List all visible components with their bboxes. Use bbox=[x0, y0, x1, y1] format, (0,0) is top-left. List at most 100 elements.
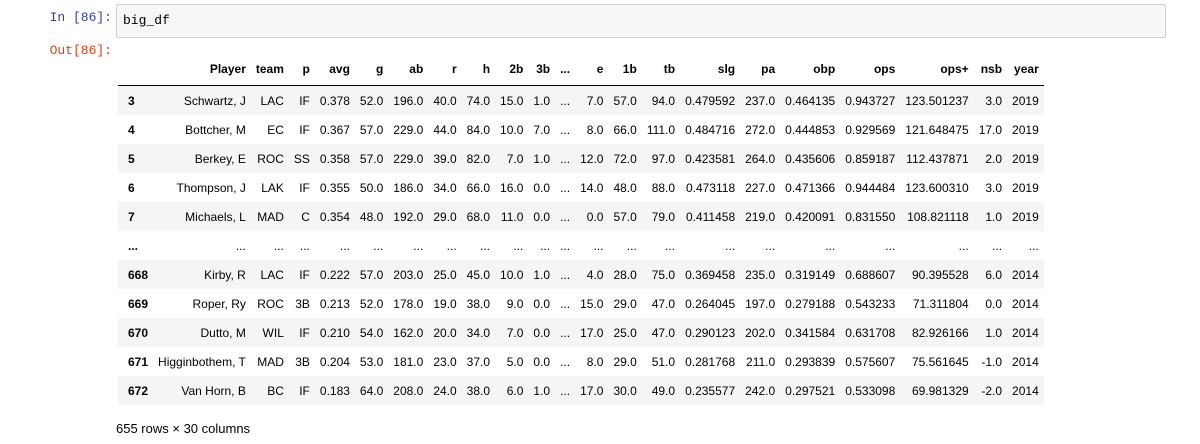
table-cell: 0.0 bbox=[533, 296, 551, 311]
table-cell: ... bbox=[560, 122, 571, 137]
table-cell: ... bbox=[560, 238, 571, 253]
table-cell: 0.484716 bbox=[685, 122, 736, 137]
table-cell: ... bbox=[560, 325, 571, 340]
table-cell: 2019 bbox=[1012, 209, 1039, 224]
row-index: 5 bbox=[128, 151, 135, 166]
table-cell: 47.0 bbox=[651, 296, 676, 311]
table-cell: 6.0 bbox=[506, 383, 524, 398]
table-cell: 0.264045 bbox=[685, 296, 736, 311]
table-cell: 0.354 bbox=[319, 209, 350, 224]
dataframe-table: Player team p avg g ab r h 2b 3b... e 1b tb slg pa obp o… bbox=[118, 52, 1044, 405]
table-cell: 186.0 bbox=[393, 180, 424, 195]
table-cell: ... bbox=[885, 238, 896, 253]
code-input-area[interactable]: big_df bbox=[116, 4, 1166, 38]
table-cell: IF bbox=[299, 267, 310, 282]
table-cell: 0.464135 bbox=[785, 93, 836, 108]
column-header: pa bbox=[740, 52, 781, 86]
table-cell: 16.0 bbox=[500, 180, 524, 195]
table-cell: 2014 bbox=[1012, 383, 1039, 398]
table-cell: 48.0 bbox=[613, 180, 637, 195]
column-header: g bbox=[354, 52, 389, 86]
table-cell: 0.831550 bbox=[845, 209, 896, 224]
table-cell: 1.0 bbox=[985, 325, 1003, 340]
table-cell: 66.0 bbox=[466, 180, 491, 195]
table-cell: 29.0 bbox=[433, 209, 457, 224]
table-cell: 0.367 bbox=[319, 122, 350, 137]
row-index: 3 bbox=[128, 93, 135, 108]
table-cell: ... bbox=[540, 238, 551, 253]
column-header: team bbox=[250, 52, 289, 86]
table-cell: 2019 bbox=[1012, 93, 1039, 108]
table-cell: 0.0 bbox=[985, 296, 1003, 311]
table-cell: 0.235577 bbox=[685, 383, 736, 398]
table-cell: 57.0 bbox=[359, 267, 384, 282]
table-row: 6 Thompson, J LAK IF 0.355 50.0 186.0 34.0 66.0 1… bbox=[118, 173, 1044, 202]
row-index: 7 bbox=[128, 209, 135, 224]
table-cell: 2.0 bbox=[985, 151, 1003, 166]
table-cell: 48.0 bbox=[359, 209, 384, 224]
table-cell: 3B bbox=[295, 354, 310, 369]
table-cell: 44.0 bbox=[433, 122, 457, 137]
table-row: 668 Kirby, R LAC IF 0.222 57.0 203.0 25.0 45.0 10… bbox=[118, 260, 1044, 289]
table-cell: ... bbox=[413, 238, 424, 253]
dataframe-shape: 655 rows × 30 columns bbox=[116, 421, 251, 436]
column-header: ops bbox=[840, 52, 901, 86]
table-cell: 0.0 bbox=[533, 180, 551, 195]
row-index: ... bbox=[128, 238, 139, 253]
table-cell: 0.435606 bbox=[785, 151, 836, 166]
table-cell: 0.0 bbox=[533, 325, 551, 340]
table-cell: ... bbox=[765, 238, 776, 253]
table-cell: 2014 bbox=[1012, 354, 1039, 369]
table-cell: 0.688607 bbox=[845, 267, 896, 282]
column-header: 1b bbox=[608, 52, 642, 86]
table-cell: 196.0 bbox=[393, 93, 424, 108]
table-cell: 74.0 bbox=[466, 93, 491, 108]
table-cell: 68.0 bbox=[466, 209, 491, 224]
table-cell: 227.0 bbox=[745, 180, 776, 195]
table-cell: LAC bbox=[260, 93, 284, 108]
table-row: ........................................… bbox=[118, 231, 1044, 260]
table-cell: 0.543233 bbox=[845, 296, 896, 311]
table-cell: IF bbox=[299, 383, 310, 398]
table-cell: 242.0 bbox=[745, 383, 776, 398]
table-header-row: Player team p avg g ab r h 2b 3b... e 1b tb slg pa obp o… bbox=[118, 52, 1044, 86]
row-index: 671 bbox=[128, 354, 149, 369]
table-cell: 0.444853 bbox=[785, 122, 836, 137]
table-cell: 79.0 bbox=[651, 209, 676, 224]
table-cell: ... bbox=[725, 238, 736, 253]
table-cell: 1.0 bbox=[533, 93, 551, 108]
table-cell: 181.0 bbox=[393, 354, 424, 369]
output-area: Player team p avg g ab r h 2b 3b... e 1b tb slg pa obp o… bbox=[116, 52, 1176, 405]
table-cell: 25.0 bbox=[613, 325, 637, 340]
table-cell: 208.0 bbox=[393, 383, 424, 398]
table-cell: 0.473118 bbox=[685, 180, 736, 195]
column-header bbox=[118, 52, 154, 86]
row-index: 670 bbox=[128, 325, 149, 340]
table-cell: 34.0 bbox=[466, 325, 491, 340]
table-cell: 28.0 bbox=[613, 267, 637, 282]
table-cell: 49.0 bbox=[651, 383, 676, 398]
table-cell: 38.0 bbox=[466, 383, 491, 398]
table-cell: 203.0 bbox=[393, 267, 424, 282]
column-header: p bbox=[288, 52, 315, 86]
column-header: ab bbox=[388, 52, 429, 86]
table-cell: Bottcher, M bbox=[185, 122, 246, 137]
column-header: r bbox=[428, 52, 462, 86]
table-cell: 0.0 bbox=[586, 209, 604, 224]
table-cell: MAD bbox=[257, 354, 284, 369]
column-header: tb bbox=[641, 52, 681, 86]
table-cell: Kirby, R bbox=[204, 267, 246, 282]
table-cell: 0.369458 bbox=[685, 267, 736, 282]
table-cell: 1.0 bbox=[533, 267, 551, 282]
table-cell: 123.600310 bbox=[905, 180, 969, 195]
table-cell: 57.0 bbox=[359, 151, 384, 166]
table-cell: 0.420091 bbox=[785, 209, 836, 224]
table-cell: 24.0 bbox=[433, 383, 457, 398]
table-cell: 29.0 bbox=[613, 354, 637, 369]
table-cell: 0.319149 bbox=[785, 267, 836, 282]
table-cell: 88.0 bbox=[651, 180, 676, 195]
column-header: e bbox=[575, 52, 609, 86]
table-cell: ROC bbox=[257, 151, 284, 166]
table-cell: ... bbox=[958, 238, 969, 253]
table-cell: 90.395528 bbox=[911, 267, 969, 282]
